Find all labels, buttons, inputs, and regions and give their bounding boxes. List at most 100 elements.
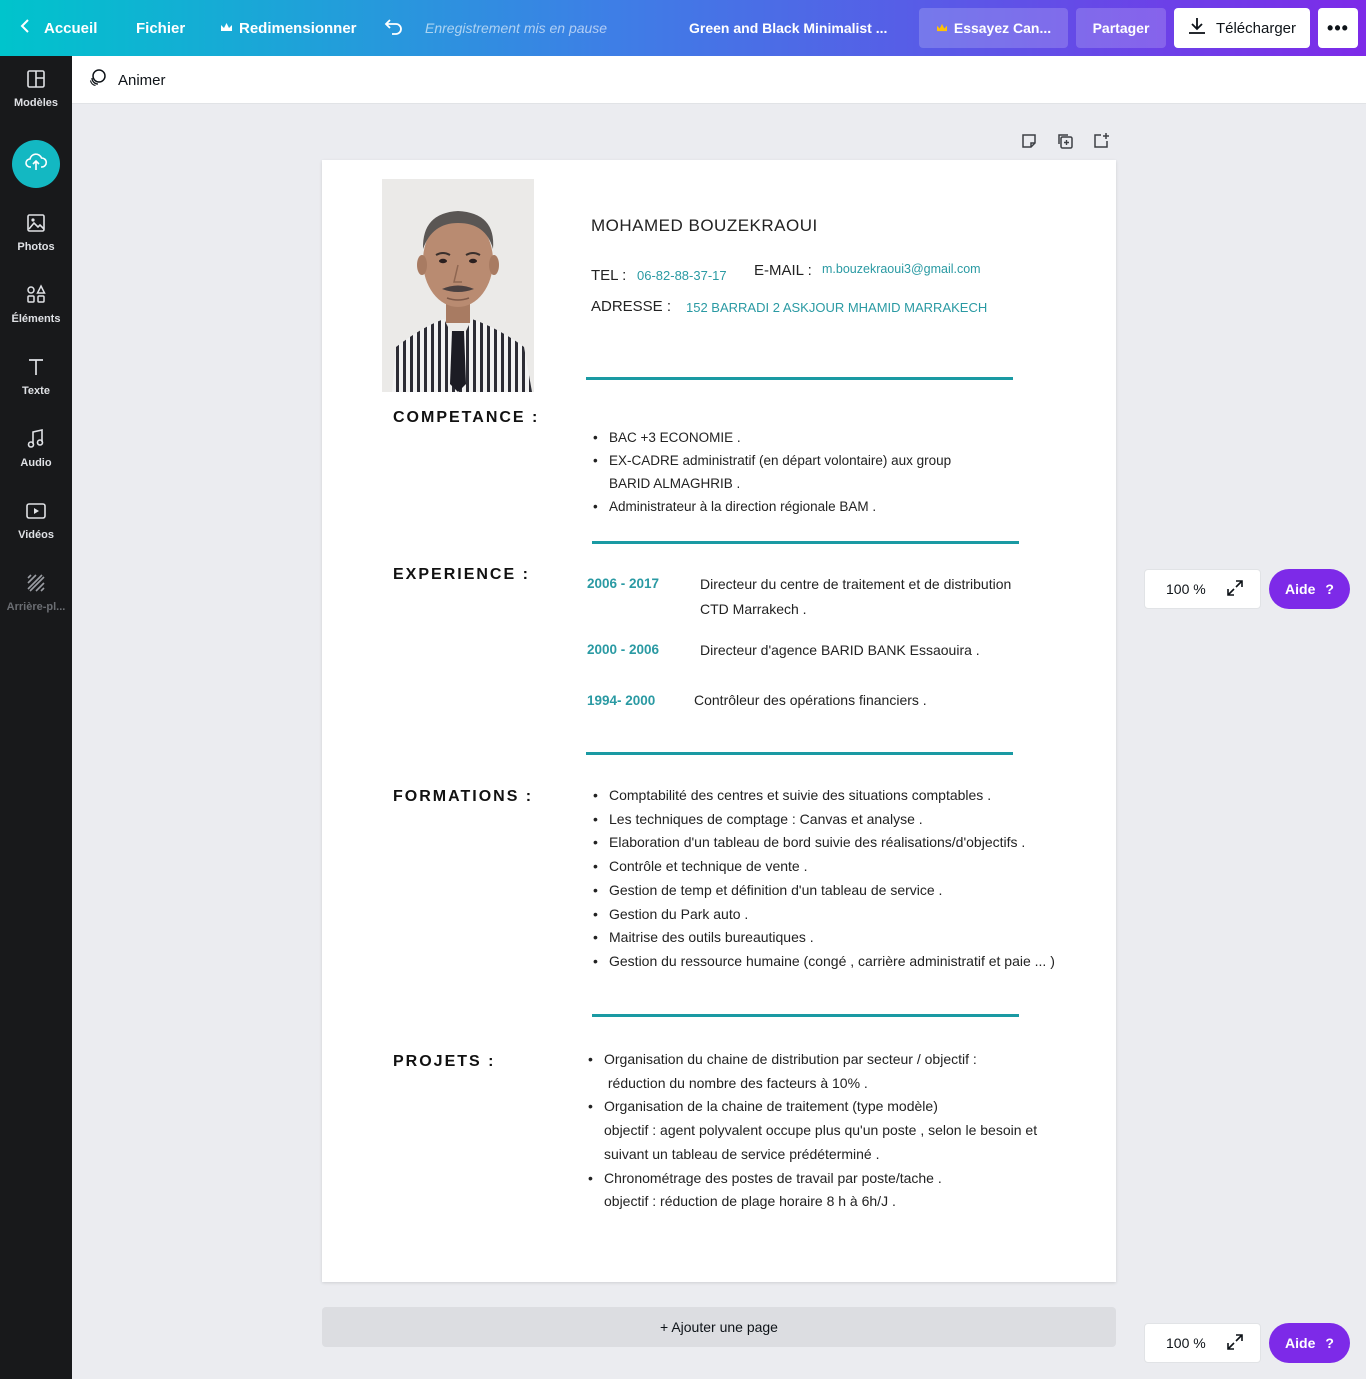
home-label: Accueil	[44, 19, 98, 37]
competence-list[interactable]: BAC +3 ECONOMIE . EX-CADRE administratif…	[593, 426, 951, 518]
shapes-icon	[25, 283, 47, 309]
list-item: Gestion du ressource humaine (congé , ca…	[593, 950, 1055, 974]
sidebar-item-label: Photos	[17, 240, 55, 253]
zoom-control[interactable]: 100 %	[1144, 1323, 1261, 1363]
sidebar-item-label: Audio	[20, 456, 52, 469]
help-button[interactable]: Aide ?	[1269, 1323, 1350, 1363]
help-label: Aide	[1285, 581, 1316, 597]
list-item: BARID ALMAGHRIB .	[593, 472, 951, 495]
list-item: BAC +3 ECONOMIE .	[593, 426, 951, 449]
experience-years[interactable]: 2006 - 2017	[587, 576, 659, 591]
sidebar-item-label: Arrière-pl...	[6, 600, 66, 613]
question-icon: ?	[1325, 581, 1334, 597]
expand-icon[interactable]	[1226, 579, 1244, 600]
sidebar-item-videos[interactable]: Vidéos	[0, 488, 72, 552]
undo-icon	[384, 17, 404, 39]
layout-icon	[25, 68, 47, 93]
share-button[interactable]: Partager	[1076, 8, 1166, 48]
experience-line: Directeur du centre de traitement et de …	[700, 576, 1012, 592]
list-item: Chronométrage des postes de travail par …	[588, 1167, 1037, 1214]
zoom-control[interactable]: 100 %	[1144, 569, 1261, 609]
document-title[interactable]: Green and Black Minimalist ...	[689, 0, 887, 56]
sidebar-item-audio[interactable]: Audio	[0, 416, 72, 480]
more-options-button[interactable]: •••	[1318, 8, 1358, 48]
sidebar: Modèles Photos Éléments Texte Audio Vidé	[0, 56, 72, 1379]
list-item: EX-CADRE administratif (en départ volont…	[593, 449, 951, 472]
help-button[interactable]: Aide ?	[1269, 569, 1350, 609]
project-line: objectif : agent polyvalent occupe plus …	[604, 1122, 1038, 1139]
music-icon	[25, 428, 47, 453]
profile-photo[interactable]	[382, 179, 534, 392]
formations-list[interactable]: Comptabilité des centres et suivie des s…	[593, 784, 1055, 974]
projets-title[interactable]: PROJETS :	[393, 1053, 495, 1071]
undo-button[interactable]	[384, 0, 404, 56]
competence-title[interactable]: COMPETANCE :	[393, 409, 539, 427]
email-value[interactable]: m.bouzekraoui3@gmail.com	[822, 262, 981, 276]
text-icon	[25, 356, 47, 381]
resize-label: Redimensionner	[239, 19, 357, 37]
divider-line	[586, 752, 1013, 755]
expand-icon[interactable]	[1226, 1333, 1244, 1354]
list-item: Maitrise des outils bureautiques .	[593, 926, 1055, 950]
sidebar-item-label: Éléments	[11, 312, 61, 325]
sidebar-item-background[interactable]: Arrière-pl...	[0, 560, 72, 624]
project-line: Organisation du chaine de distribution p…	[604, 1051, 977, 1067]
design-page[interactable]: MOHAMED BOUZEKRAOUI TEL : 06-82-88-37-17…	[322, 160, 1116, 1282]
download-label: Télécharger	[1215, 19, 1297, 37]
duplicate-page-icon[interactable]	[1054, 130, 1076, 152]
experience-title[interactable]: EXPERIENCE :	[393, 566, 530, 584]
projets-list[interactable]: Organisation du chaine de distribution p…	[588, 1048, 1037, 1214]
experience-years[interactable]: 2000 - 2006	[587, 642, 659, 657]
formations-title[interactable]: FORMATIONS :	[393, 788, 533, 806]
list-item: Organisation du chaine de distribution p…	[588, 1048, 1037, 1095]
list-item: Administrateur à la direction régionale …	[593, 495, 951, 518]
add-page-icon[interactable]	[1090, 130, 1112, 152]
experience-description[interactable]: Directeur du centre de traitement et de …	[700, 572, 1011, 622]
download-button[interactable]: Télécharger	[1174, 8, 1310, 48]
list-item: Organisation de la chaine de traitement …	[588, 1095, 1037, 1166]
tel-value[interactable]: 06-82-88-37-17	[637, 268, 727, 283]
list-item: Gestion de temp et définition d'un table…	[593, 879, 1055, 903]
list-item-continuation: BARID ALMAGHRIB .	[609, 476, 741, 491]
question-icon: ?	[1325, 1335, 1334, 1351]
video-icon	[25, 500, 47, 525]
list-item: Comptabilité des centres et suivie des s…	[593, 784, 1055, 808]
editor-toolbar: Animer	[72, 56, 1366, 104]
sidebar-item-photos[interactable]: Photos	[0, 200, 72, 264]
animate-label: Animer	[118, 71, 166, 89]
project-line: Organisation de la chaine de traitement …	[604, 1098, 938, 1115]
top-bar: Accueil Fichier Redimensionner Enregistr…	[0, 0, 1366, 56]
add-page-button[interactable]: + Ajouter une page	[322, 1307, 1116, 1347]
chevron-left-icon	[20, 18, 30, 38]
animate-icon	[88, 68, 108, 92]
file-menu[interactable]: Fichier	[136, 0, 185, 56]
home-button[interactable]: Accueil	[20, 0, 97, 56]
sidebar-item-elements[interactable]: Éléments	[0, 272, 72, 336]
zoom-value: 100 %	[1166, 581, 1206, 597]
note-icon[interactable]	[1018, 130, 1040, 152]
sidebar-item-templates[interactable]: Modèles	[0, 56, 72, 120]
animate-button[interactable]: Animer	[88, 56, 166, 104]
resize-button[interactable]: Redimensionner	[220, 0, 357, 56]
project-line: suivant un tableau de service prédétermi…	[604, 1145, 880, 1162]
crown-icon	[220, 20, 233, 37]
sidebar-item-uploads[interactable]	[12, 140, 60, 188]
project-line: Chronométrage des postes de travail par …	[604, 1169, 942, 1186]
experience-description[interactable]: Directeur d'agence BARID BANK Essaouira …	[700, 638, 980, 663]
list-item: Elaboration d'un tableau de bord suivie …	[593, 831, 1055, 855]
crown-icon	[936, 20, 948, 36]
save-status: Enregistrement mis en pause	[425, 20, 608, 36]
try-pro-button[interactable]: Essayez Can...	[919, 8, 1068, 48]
page-tools	[1018, 130, 1112, 152]
zoom-value: 100 %	[1166, 1335, 1206, 1351]
sidebar-item-text[interactable]: Texte	[0, 344, 72, 408]
experience-description[interactable]: Contrôleur des opérations financiers .	[694, 688, 927, 713]
project-line: objectif : réduction de plage horaire 8 …	[604, 1193, 896, 1210]
image-icon	[25, 212, 47, 237]
email-label: E-MAIL :	[754, 262, 812, 279]
tel-label: TEL :	[591, 267, 627, 284]
experience-years[interactable]: 1994- 2000	[587, 693, 655, 708]
cv-name[interactable]: MOHAMED BOUZEKRAOUI	[591, 216, 818, 236]
list-item: Les techniques de comptage : Canvas et a…	[593, 808, 1055, 832]
address-value[interactable]: 152 BARRADI 2 ASKJOUR MHAMID MARRAKECH	[686, 300, 987, 315]
